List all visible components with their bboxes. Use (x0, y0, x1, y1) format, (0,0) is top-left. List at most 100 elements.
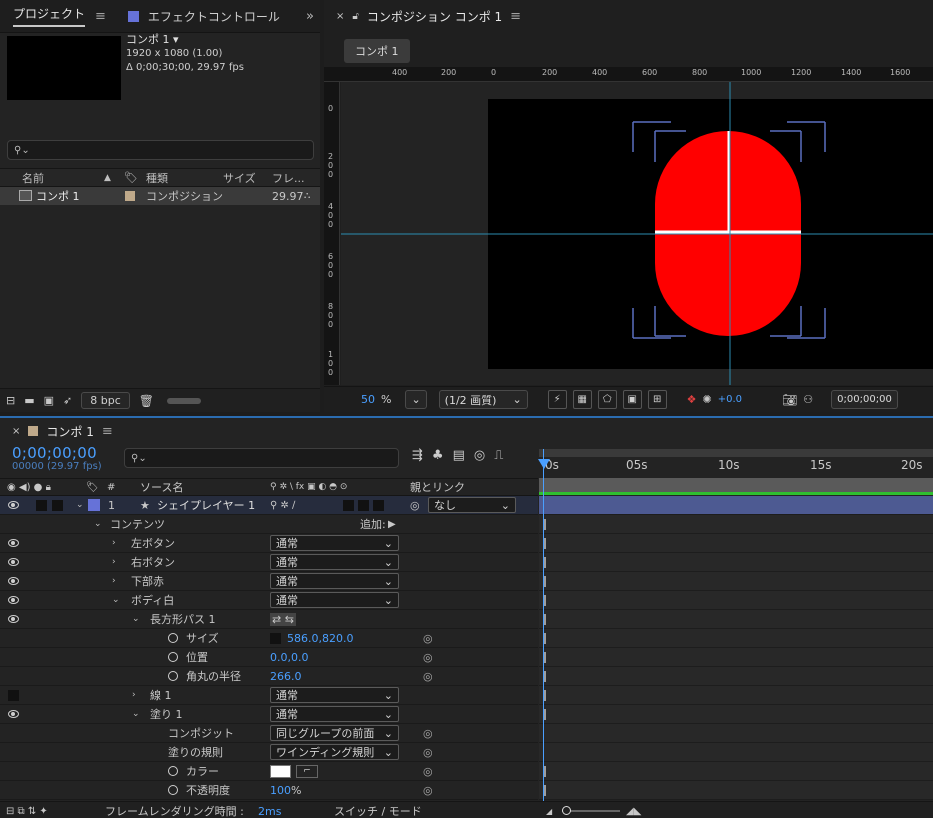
chevron-down-icon[interactable]: ⌄ (94, 519, 102, 529)
visibility-eye-icon[interactable] (8, 577, 19, 585)
snapshot-icon[interactable]: 📷︎ (782, 393, 797, 407)
stroke-name[interactable]: 線 1 (150, 687, 172, 703)
composite-dropdown[interactable]: 同じグループの前面 ⌄ (270, 725, 399, 741)
visibility-eye-icon[interactable] (8, 615, 19, 623)
pickwhip-icon[interactable]: ◎ (410, 499, 420, 512)
timeline-search-input[interactable]: ⚲⌄ (124, 448, 399, 468)
exposure-value[interactable]: +0.0 (718, 394, 742, 405)
resolution-dropdown[interactable]: (1/2 画質) ⌄ (438, 390, 528, 409)
chevron-down-icon[interactable]: ⌄ (76, 500, 84, 510)
current-timecode[interactable]: 0;00;00;00 (12, 444, 102, 462)
comp-navigator-chip[interactable]: コンポ 1 (344, 39, 410, 63)
motion-blur-icon[interactable]: ◎ (474, 448, 485, 463)
col-size[interactable]: サイズ (223, 170, 256, 186)
layer-duration-bar[interactable] (539, 496, 933, 515)
blend-mode-dropdown[interactable]: 通常 ⌄ (270, 706, 399, 722)
expression-pickwhip-icon[interactable]: ◎ (423, 746, 433, 759)
layer-name[interactable]: シェイプレイヤー 1 (157, 497, 255, 513)
constrain-proportions-box[interactable] (270, 632, 281, 644)
zoom-in-icon[interactable]: ◢◣ (626, 806, 641, 817)
grid-guides-icon[interactable]: ⊞ (647, 390, 667, 409)
visibility-eye-icon[interactable] (8, 501, 19, 509)
fill-row[interactable]: ⌄ 塗り 1 通常 ⌄ (0, 705, 538, 724)
contents-row[interactable]: ⌄ コンテンツ 追加: ▶ (0, 515, 538, 534)
source-name-header[interactable]: ソース名 (140, 479, 183, 495)
group-name[interactable]: 下部赤 (131, 573, 164, 589)
opacity-value[interactable]: 100 (270, 784, 291, 797)
group-name[interactable]: 右ボタン (131, 554, 175, 570)
tab-effect-controls[interactable]: エフェクトコントロール (148, 8, 280, 25)
roundness-property-row[interactable]: 角丸の半径 266.0 ◎ (0, 667, 538, 686)
col-frame[interactable]: フレ... (272, 170, 305, 186)
time-navigator[interactable] (539, 449, 933, 457)
group-name[interactable]: ボディ白 (131, 592, 174, 608)
expression-pickwhip-icon[interactable]: ◎ (423, 784, 433, 797)
bottom-toggle-icons[interactable]: ⊟ ⧉ ⇅ ✦ (6, 806, 48, 817)
transparency-grid-icon[interactable]: ▦ (572, 390, 592, 409)
close-icon[interactable]: × (12, 426, 20, 437)
flowchart-icon[interactable]: ⛬ (304, 191, 310, 201)
switches-header[interactable]: ⚲ ✲ \ fx ▣ ◐ ◓ ⊙ (270, 482, 347, 492)
expression-pickwhip-icon[interactable]: ◎ (423, 765, 433, 778)
chevron-down-icon[interactable]: ⌄ (112, 595, 120, 605)
timeline-tab-title[interactable]: コンポ 1 (46, 423, 93, 440)
chevron-right-icon[interactable]: › (112, 576, 116, 586)
roundness-value[interactable]: 266.0 (270, 670, 302, 683)
fill-rule-dropdown[interactable]: ワインディング規則 ⌄ (270, 744, 399, 760)
viewer-menu-icon[interactable]: ≡ (510, 9, 521, 24)
zoom-slider-knob[interactable] (562, 806, 571, 815)
color-management-icon[interactable]: ✺ (703, 393, 712, 406)
timeline-menu-icon[interactable]: ≡ (102, 424, 113, 439)
project-item-row[interactable]: コンポ 1 コンポジション 29.97 ⛬ (0, 187, 320, 205)
color-channels-icon[interactable]: ❖ (687, 393, 697, 406)
expression-pickwhip-icon[interactable]: ◎ (423, 632, 433, 645)
zoom-out-icon[interactable]: ◢ (546, 807, 552, 816)
add-content-icon[interactable]: ▶ (388, 519, 396, 530)
layer-switches[interactable]: ⚲ ✲ ∕ (270, 500, 295, 511)
blend-mode-dropdown[interactable]: 通常 ⌄ (270, 554, 399, 570)
group-row-right-button[interactable]: › 右ボタン 通常 ⌄ (0, 553, 538, 572)
chevron-right-icon[interactable]: › (112, 538, 116, 548)
stopwatch-icon[interactable] (168, 785, 178, 795)
blend-mode-dropdown[interactable]: 通常 ⌄ (270, 687, 399, 703)
lock-icon[interactable]: 🔓︎ (352, 11, 358, 22)
col-name[interactable]: 名前 (22, 170, 44, 186)
panel-menu-icon[interactable]: ≡ (95, 9, 106, 24)
new-composition-icon[interactable]: ▣ (44, 394, 54, 407)
group-row-body-white[interactable]: ⌄ ボディ白 通常 ⌄ (0, 591, 538, 610)
fast-preview-icon[interactable]: ⚡ (547, 390, 567, 409)
opacity-property-row[interactable]: 不透明度 100 % ◎ (0, 781, 538, 800)
frame-blending-icon[interactable]: ▤ (453, 448, 465, 463)
stroke-row[interactable]: › 線 1 通常 ⌄ (0, 686, 538, 705)
work-area-bar[interactable] (539, 478, 933, 492)
blend-mode-dropdown[interactable]: 通常 ⌄ (270, 592, 399, 608)
layer-row[interactable]: ⌄ 1 ★ シェイプレイヤー 1 ⚲ ✲ ∕ ◎ なし ⌄ (0, 496, 538, 515)
solo-box[interactable] (36, 499, 47, 511)
blend-mode-dropdown[interactable]: 通常 ⌄ (270, 573, 399, 589)
region-of-interest-icon[interactable]: ▣ (622, 390, 642, 409)
visibility-eye-icon[interactable] (8, 539, 19, 547)
show-snapshot-icon[interactable]: ⚇ (803, 393, 813, 406)
new-folder-icon[interactable]: ▬ (24, 394, 34, 407)
size-value[interactable]: 586.0,820.0 (287, 632, 353, 645)
size-property-row[interactable]: サイズ 586.0,820.0 ◎ (0, 629, 538, 648)
switch-mode-toggle[interactable]: スイッチ / モード (334, 803, 422, 818)
thumbnail-slider[interactable] (167, 397, 201, 404)
bit-depth-button[interactable]: 8 bpc (81, 392, 130, 409)
composite-row[interactable]: コンポジット 同じグループの前面 ⌄ ◎ (0, 724, 538, 743)
col-type[interactable]: 種類 (146, 170, 168, 186)
graph-editor-icon[interactable]: ⎍ (494, 448, 503, 463)
shy-layers-icon[interactable]: ♣ (432, 448, 444, 463)
chevron-right-icon[interactable]: › (132, 690, 136, 700)
path-direction-icons[interactable]: ⇄ ⇆ (270, 612, 296, 626)
color-swatch[interactable] (270, 764, 291, 778)
position-property-row[interactable]: 位置 0.0,0.0 ◎ (0, 648, 538, 667)
playhead-line[interactable] (543, 449, 544, 801)
parent-dropdown[interactable]: なし ⌄ (428, 497, 516, 513)
visibility-box[interactable] (8, 689, 19, 701)
project-item-name[interactable]: コンポ 1 (36, 188, 80, 204)
stopwatch-icon[interactable] (168, 766, 178, 776)
color-property-row[interactable]: カラー ⌐ ◎ (0, 762, 538, 781)
layer-label-color[interactable] (88, 499, 100, 511)
render-queue-icon[interactable]: ➶ (63, 394, 72, 407)
